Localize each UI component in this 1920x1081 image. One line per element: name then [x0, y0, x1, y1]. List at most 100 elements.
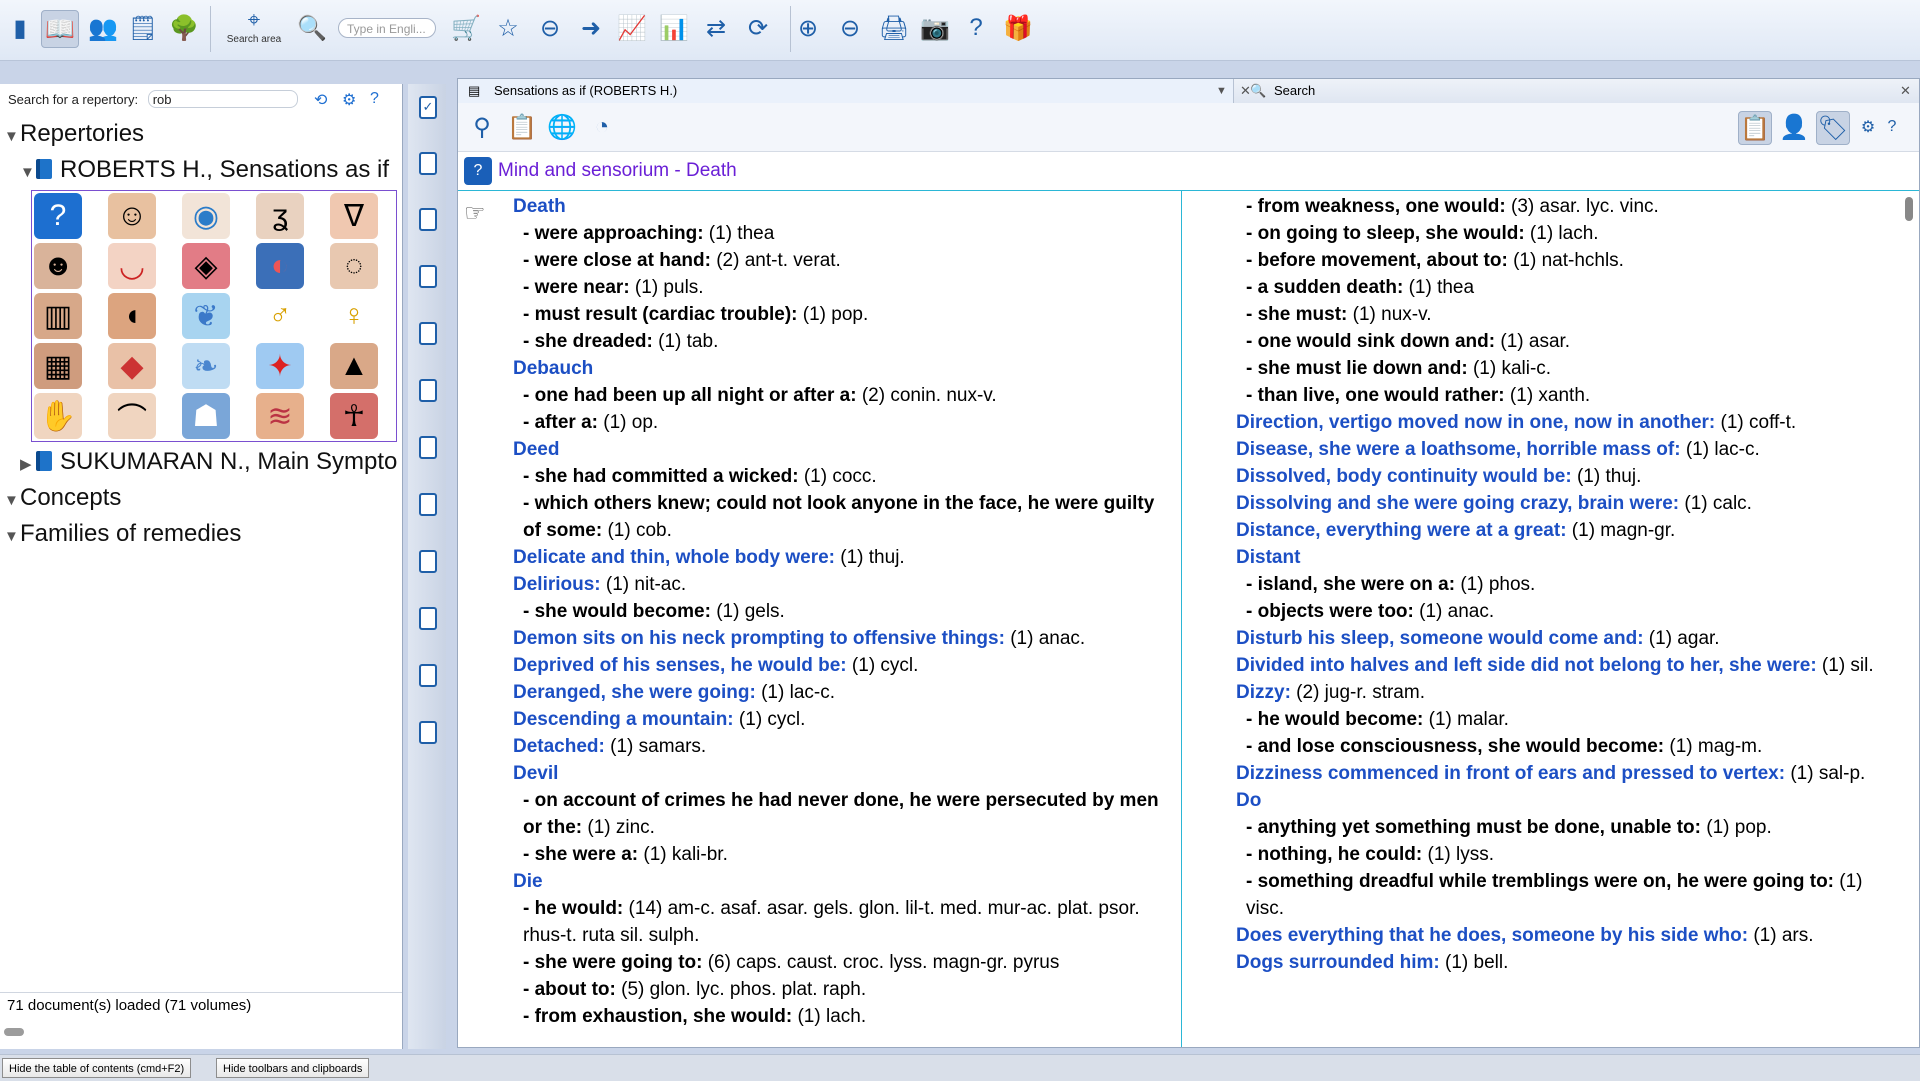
rubric-line[interactable]: Distance, everything were at a great: (1… [1236, 517, 1876, 544]
tab-search[interactable]: 🔍 Search ✕ [1234, 79, 1919, 103]
tree-roberts[interactable]: ▼ ROBERTS H., Sensations as if [20, 156, 389, 184]
quick-search-input[interactable]: Type in Engli... [338, 18, 436, 38]
tree-sukumaran[interactable]: ▶ SUKUMARAN N., Main Sympto [20, 448, 397, 476]
hide-toolbars-button[interactable]: Hide toolbars and clipboards [216, 1058, 370, 1078]
pie-icon[interactable]: ◔ [586, 111, 618, 143]
rubric-line[interactable]: Distant [1236, 544, 1876, 571]
head-mind-icon[interactable]: ? [34, 193, 82, 239]
print-icon[interactable]: 🖨 [876, 10, 912, 46]
subrubric-line[interactable]: - island, she were on a: (1) phos. [1236, 571, 1876, 598]
rubric-line[interactable]: Disturb his sleep, someone would come an… [1236, 625, 1876, 652]
eye-icon[interactable]: ◉ [182, 193, 230, 239]
chevron-down-icon[interactable]: ▼ [1216, 79, 1227, 103]
rubric-line[interactable]: Demon sits on his neck prompting to offe… [513, 625, 1168, 652]
skeleton-icon[interactable]: ☗ [182, 393, 230, 439]
face-icon[interactable]: ☻ [34, 243, 82, 289]
hand-icon[interactable]: ✋ [34, 393, 82, 439]
skin-icon[interactable]: ≋ [256, 393, 304, 439]
help-icon[interactable]: ? [1876, 111, 1908, 143]
subrubric-line[interactable]: - she must: (1) nux-v. [1236, 301, 1876, 328]
rubric-line[interactable]: Die [513, 868, 1168, 895]
subrubric-line[interactable]: - from weakness, one would: (3) asar. ly… [1236, 193, 1876, 220]
subrubric-line[interactable]: - she would become: (1) gels. [513, 598, 1168, 625]
open-book-icon[interactable]: 📖 [41, 10, 79, 48]
rubric-line[interactable]: Deed [513, 436, 1168, 463]
clipboard-2-icon[interactable] [419, 208, 437, 231]
rubric-line[interactable]: Debauch [513, 355, 1168, 382]
subrubric-line[interactable]: - something dreadful while tremblings we… [1236, 868, 1876, 922]
clipboard-10-icon[interactable] [419, 664, 437, 687]
subrubric-line[interactable]: - about to: (5) glon. lyc. phos. plat. r… [513, 976, 1168, 1003]
zoom-out-icon[interactable]: ⊖ [832, 10, 868, 46]
user-icon[interactable]: 👤 [1778, 111, 1810, 143]
rubric-line[interactable]: Dissolving and she were going crazy, bra… [1236, 490, 1876, 517]
generalities-icon[interactable]: ☥ [330, 393, 378, 439]
clipboard-11-icon[interactable] [419, 721, 437, 744]
clipboard-6-icon[interactable] [419, 436, 437, 459]
camera-icon[interactable]: 📷 [917, 10, 953, 46]
subrubric-line[interactable]: - anything yet something must be done, u… [1236, 814, 1876, 841]
subrubric-line[interactable]: - must result (cardiac trouble): (1) pop… [513, 301, 1168, 328]
collapse-icon[interactable]: ▼ [4, 528, 20, 545]
collapse-icon[interactable]: ▼ [20, 164, 36, 181]
rubric-line[interactable]: Dogs surrounded him: (1) bell. [1236, 949, 1876, 976]
subrubric-line[interactable]: - she were going to: (6) caps. caust. cr… [513, 949, 1168, 976]
settings-icon[interactable]: ⚙ [342, 90, 356, 110]
circulation-icon[interactable]: ✦ [256, 343, 304, 389]
help-icon[interactable]: ? [958, 10, 994, 46]
subrubric-line[interactable]: - he would become: (1) malar. [1236, 706, 1876, 733]
close-icon[interactable]: ✕ [1900, 79, 1911, 103]
subrubric-line[interactable]: - one would sink down and: (1) asar. [1236, 328, 1876, 355]
binoculars-icon[interactable]: ⚲ [466, 111, 498, 143]
buttocks-icon[interactable]: ◖ [108, 293, 156, 339]
subrubric-line[interactable]: - he would: (14) am-c. asaf. asar. gels.… [513, 895, 1168, 949]
repertory-search-input[interactable]: rob [147, 90, 298, 108]
clipboard-8-icon[interactable] [419, 550, 437, 573]
collapse-icon[interactable]: ▼ [4, 128, 20, 145]
subrubric-line[interactable]: - one had been up all night or after a: … [513, 382, 1168, 409]
rubric-line[interactable]: Delicate and thin, whole body were: (1) … [513, 544, 1168, 571]
subrubric-line[interactable]: - a sudden death: (1) thea [1236, 274, 1876, 301]
book-icon[interactable]: ▮ [2, 10, 38, 46]
subrubric-line[interactable]: - nothing, he could: (1) lyss. [1236, 841, 1876, 868]
sync-icon[interactable]: ⟳ [740, 10, 776, 46]
torso-icon[interactable]: ▦ [34, 343, 82, 389]
hide-toc-button[interactable]: Hide the table of contents (cmd+F2) [2, 1058, 192, 1078]
kidney-icon[interactable]: ❦ [182, 293, 230, 339]
throat-icon[interactable]: ◈ [182, 243, 230, 289]
subrubric-line[interactable]: - on going to sleep, she would: (1) lach… [1236, 220, 1876, 247]
back-icon[interactable]: ⊖ [532, 10, 568, 46]
clipboard-1-icon[interactable] [419, 152, 437, 175]
gift-icon[interactable]: 🎁 [1000, 10, 1036, 46]
help-icon[interactable]: ? [370, 90, 379, 108]
subrubric-line[interactable]: - and lose consciousness, she would beco… [1236, 733, 1876, 760]
mouth-icon[interactable]: ◡ [108, 243, 156, 289]
subrubric-line[interactable]: - were near: (1) puls. [513, 274, 1168, 301]
rubric-line[interactable]: Disease, she were a loathsome, horrible … [1236, 436, 1876, 463]
tag-icon[interactable]: 🏷 [1816, 111, 1850, 145]
back-body-icon[interactable]: ▲ [330, 343, 378, 389]
rubric-line[interactable]: Deprived of his senses, he would be: (1)… [513, 652, 1168, 679]
bar-chart-icon[interactable]: 📊 [656, 10, 692, 46]
subrubric-line[interactable]: - after a: (1) op. [513, 409, 1168, 436]
tree-families[interactable]: ▼Families of remedies [4, 520, 241, 548]
subrubric-line[interactable]: - on account of crimes he had never done… [513, 787, 1168, 841]
clipboard-9-icon[interactable] [419, 607, 437, 630]
clipboard-5-icon[interactable] [419, 379, 437, 402]
subrubric-line[interactable]: - than live, one would rather: (1) xanth… [1236, 382, 1876, 409]
rubric-line[interactable]: Direction, vertigo moved now in one, now… [1236, 409, 1876, 436]
document-icon[interactable]: 🗒 [125, 10, 161, 46]
neck-icon[interactable]: ◆ [108, 343, 156, 389]
globe-icon[interactable]: 🌐 [546, 111, 578, 143]
people-icon[interactable]: 👥 [85, 10, 121, 46]
document-scrollbar[interactable] [1905, 197, 1913, 221]
lungs-icon[interactable]: ❧ [182, 343, 230, 389]
clipboard-4-icon[interactable] [419, 322, 437, 345]
tree-concepts[interactable]: ▼Concepts [4, 484, 121, 512]
female-icon[interactable]: ♀ [330, 293, 378, 339]
cart-icon[interactable]: 🛒 [448, 10, 484, 46]
rubric-line[interactable]: Descending a mountain: (1) cycl. [513, 706, 1168, 733]
rubric-line[interactable]: Delirious: (1) nit-ac. [513, 571, 1168, 598]
chart-icon[interactable]: 📈 [614, 10, 650, 46]
forward-icon[interactable]: ➜ [573, 10, 609, 46]
